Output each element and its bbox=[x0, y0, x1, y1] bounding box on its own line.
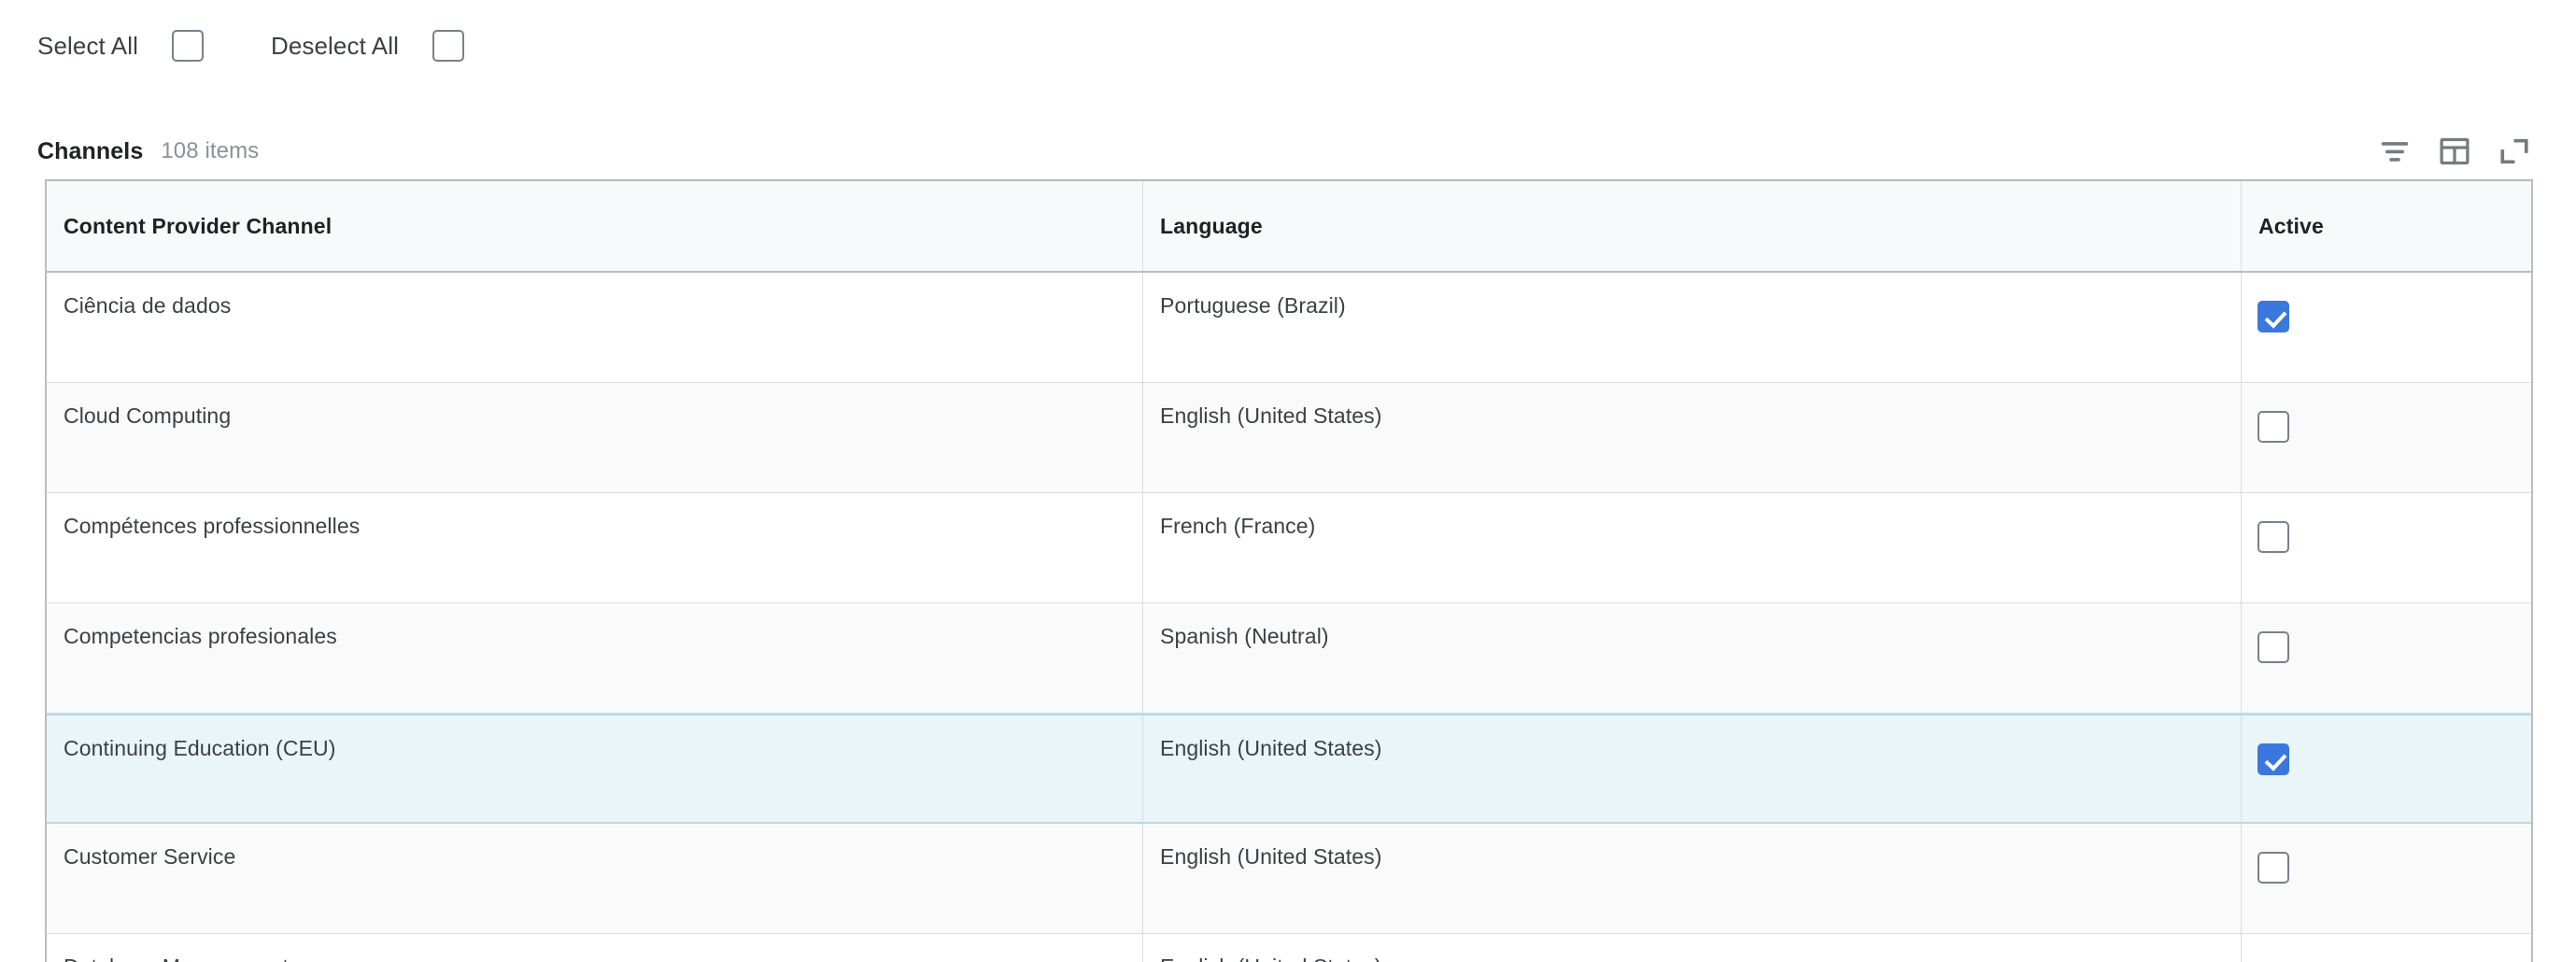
section-header: Channels 108 items bbox=[37, 131, 2533, 172]
column-header-channel[interactable]: Content Provider Channel bbox=[47, 181, 1143, 271]
cell-language: English (United States) bbox=[1143, 715, 2242, 822]
active-checkbox[interactable] bbox=[2258, 852, 2289, 884]
table-row[interactable]: Database ManagementEnglish (United State… bbox=[47, 934, 2531, 962]
select-all-checkbox[interactable] bbox=[172, 30, 204, 62]
cell-language: Spanish (Neutral) bbox=[1143, 603, 2242, 713]
active-checkbox[interactable] bbox=[2258, 521, 2289, 553]
active-checkbox[interactable] bbox=[2258, 631, 2289, 663]
cell-language: French (France) bbox=[1143, 493, 2242, 602]
cell-language: English (United States) bbox=[1143, 383, 2242, 492]
table-view-icon bbox=[2439, 135, 2470, 167]
cell-language: Portuguese (Brazil) bbox=[1143, 273, 2242, 382]
cell-channel: Compétences professionnelles bbox=[47, 493, 1143, 602]
table-row[interactable]: Ciência de dadosPortuguese (Brazil) bbox=[47, 273, 2531, 383]
cell-channel: Cloud Computing bbox=[47, 383, 1143, 492]
cell-active bbox=[2242, 934, 2531, 962]
table-view-button[interactable] bbox=[2436, 133, 2473, 170]
cell-active bbox=[2242, 715, 2531, 822]
cell-language: English (United States) bbox=[1143, 824, 2242, 933]
table-row[interactable]: Customer ServiceEnglish (United States) bbox=[47, 824, 2531, 934]
fullscreen-icon bbox=[2498, 135, 2530, 167]
column-header-active[interactable]: Active bbox=[2242, 181, 2531, 271]
table-body: Ciência de dadosPortuguese (Brazil)Cloud… bbox=[47, 273, 2531, 962]
cell-active bbox=[2242, 824, 2531, 933]
cell-active bbox=[2242, 603, 2531, 713]
active-checkbox[interactable] bbox=[2258, 743, 2289, 775]
cell-channel: Competencias profesionales bbox=[47, 603, 1143, 713]
cell-channel: Continuing Education (CEU) bbox=[47, 715, 1143, 822]
cell-active bbox=[2242, 383, 2531, 492]
table-header-row: Content Provider Channel Language Active bbox=[47, 181, 2531, 273]
fullscreen-button[interactable] bbox=[2496, 133, 2533, 170]
column-header-language[interactable]: Language bbox=[1143, 181, 2242, 271]
selection-toolbar: Select All Deselect All bbox=[37, 24, 464, 67]
cell-channel: Ciência de dados bbox=[47, 273, 1143, 382]
cell-channel: Database Management bbox=[47, 934, 1143, 962]
active-checkbox[interactable] bbox=[2258, 301, 2289, 332]
cell-active bbox=[2242, 493, 2531, 602]
table-row[interactable]: Compétences professionnellesFrench (Fran… bbox=[47, 493, 2531, 603]
channels-page: Select All Deselect All Channels 108 ite… bbox=[0, 0, 2576, 962]
grid-toolbar bbox=[2376, 133, 2533, 170]
select-all-group[interactable]: Select All bbox=[37, 30, 204, 62]
item-count: 108 items bbox=[161, 138, 259, 164]
cell-active bbox=[2242, 273, 2531, 382]
filter-icon bbox=[2379, 135, 2411, 167]
filter-button[interactable] bbox=[2376, 133, 2413, 170]
table-row[interactable]: Cloud ComputingEnglish (United States) bbox=[47, 383, 2531, 493]
cell-language: English (United States) bbox=[1143, 934, 2242, 962]
active-checkbox[interactable] bbox=[2258, 411, 2289, 443]
select-all-label: Select All bbox=[37, 32, 138, 61]
deselect-all-label: Deselect All bbox=[271, 32, 399, 61]
page-title: Channels bbox=[37, 138, 143, 165]
deselect-all-group[interactable]: Deselect All bbox=[271, 30, 464, 62]
deselect-all-checkbox[interactable] bbox=[432, 30, 464, 62]
table-row[interactable]: Competencias profesionalesSpanish (Neutr… bbox=[47, 603, 2531, 714]
table-row[interactable]: Continuing Education (CEU)English (Unite… bbox=[47, 714, 2531, 824]
cell-channel: Customer Service bbox=[47, 824, 1143, 933]
channels-table: Content Provider Channel Language Active… bbox=[45, 179, 2533, 962]
